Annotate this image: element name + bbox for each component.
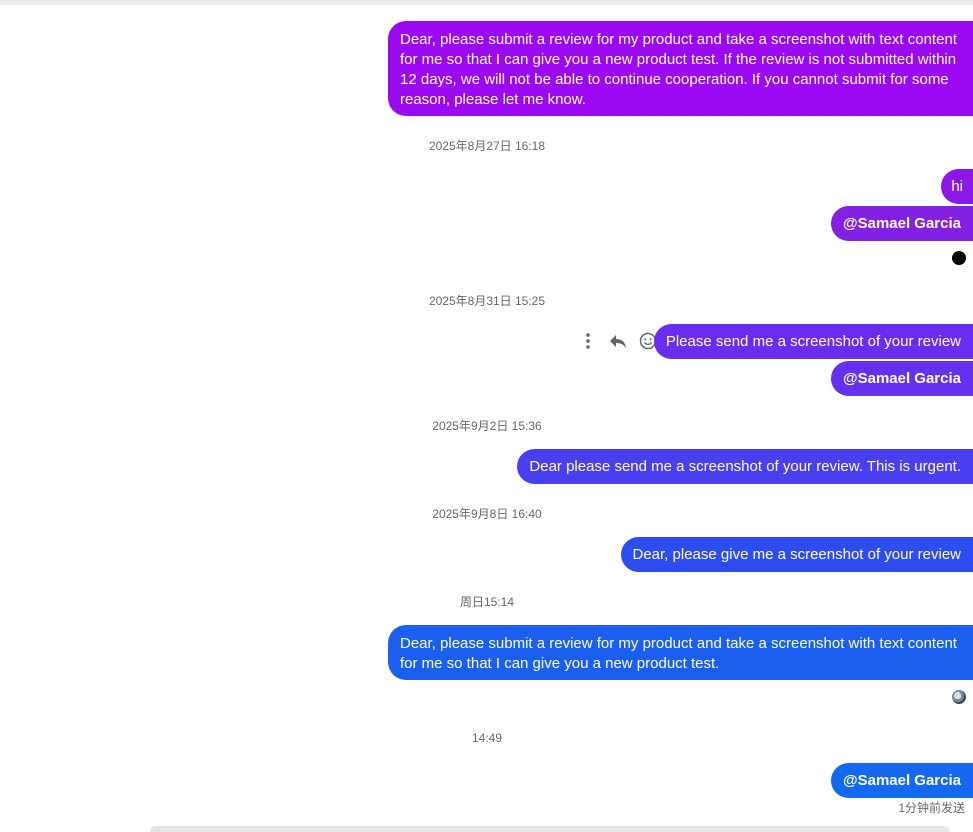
timestamp: 14:49 bbox=[387, 731, 587, 745]
timestamp: 周日15:14 bbox=[387, 593, 587, 610]
composer-edge bbox=[150, 826, 950, 832]
seen-indicator bbox=[952, 251, 966, 265]
mention-bubble[interactable]: @Samael Garcia bbox=[831, 206, 973, 241]
more-vertical-icon[interactable] bbox=[578, 331, 598, 351]
message-bubble[interactable]: Dear, please submit a review for my prod… bbox=[388, 625, 973, 680]
seen-avatar bbox=[952, 690, 966, 704]
sent-status: 1分钟前发送 bbox=[898, 799, 965, 816]
mention-bubble[interactable]: @Samael Garcia bbox=[831, 763, 973, 798]
reply-icon[interactable] bbox=[608, 331, 628, 351]
timestamp: 2025年8月27日 16:18 bbox=[387, 137, 587, 154]
top-divider bbox=[0, 0, 973, 5]
message-actions bbox=[578, 329, 658, 353]
mention-bubble[interactable]: @Samael Garcia bbox=[831, 361, 973, 396]
timestamp: 2025年9月2日 15:36 bbox=[387, 417, 587, 434]
message-bubble[interactable]: Please send me a screenshot of your revi… bbox=[654, 324, 973, 359]
message-bubble[interactable]: Dear, please submit a review for my prod… bbox=[388, 21, 973, 116]
timestamp: 2025年8月31日 15:25 bbox=[387, 292, 587, 309]
message-bubble[interactable]: Dear, please give me a screenshot of you… bbox=[621, 537, 973, 572]
message-bubble[interactable]: Dear please send me a screenshot of your… bbox=[517, 449, 973, 484]
message-bubble[interactable]: hi bbox=[941, 169, 973, 204]
timestamp: 2025年9月8日 16:40 bbox=[387, 505, 587, 522]
